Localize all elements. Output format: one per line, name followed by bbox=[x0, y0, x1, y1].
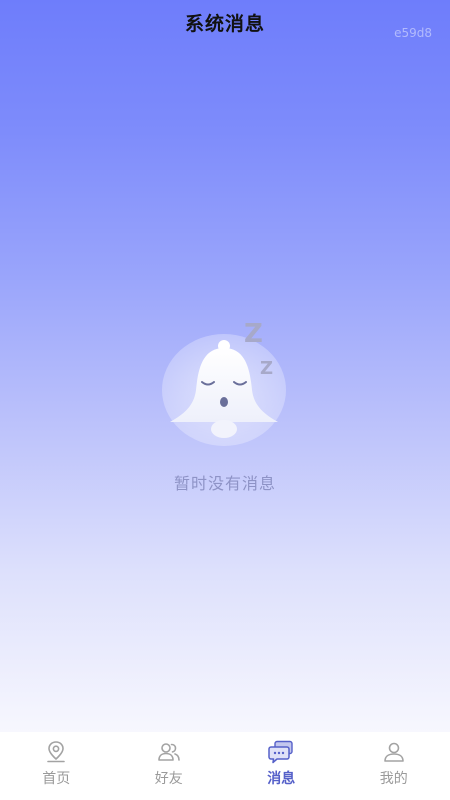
header: 系统消息 e59d8 bbox=[0, 0, 450, 44]
tab-home[interactable]: 首页 bbox=[0, 732, 113, 800]
sleeping-bell-icon: Z Z bbox=[162, 319, 286, 446]
empty-state: Z Z 暂时没有消息 bbox=[0, 310, 450, 510]
tab-friends-label: 好友 bbox=[154, 771, 183, 787]
svg-text:Z: Z bbox=[244, 319, 263, 349]
message-icon bbox=[268, 740, 293, 764]
message-content-area: 系统消息 e59d8 Z Z 暂时没有消息 bbox=[0, 0, 450, 732]
svg-text:Z: Z bbox=[260, 358, 273, 379]
tab-messages[interactable]: 消息 bbox=[225, 732, 338, 800]
profile-icon bbox=[383, 742, 404, 762]
home-pin-icon bbox=[47, 741, 66, 763]
empty-message: 暂时没有消息 bbox=[173, 474, 276, 493]
tab-friends[interactable]: 好友 bbox=[113, 732, 226, 800]
tab-profile[interactable]: 我的 bbox=[338, 732, 450, 800]
bottom-tab-bar: 首页 好友 消息 我的 bbox=[0, 732, 450, 800]
tab-home-label: 首页 bbox=[42, 771, 71, 787]
tab-profile-label: 我的 bbox=[379, 771, 408, 787]
page-title: 系统消息 bbox=[184, 13, 265, 35]
screen: 系统消息 e59d8 Z Z 暂时没有消息 首页 好友 消息 我的 bbox=[0, 0, 450, 800]
tab-messages-label: 消息 bbox=[267, 771, 296, 787]
friends-icon bbox=[157, 743, 180, 761]
watermark: e59d8 bbox=[394, 26, 432, 40]
